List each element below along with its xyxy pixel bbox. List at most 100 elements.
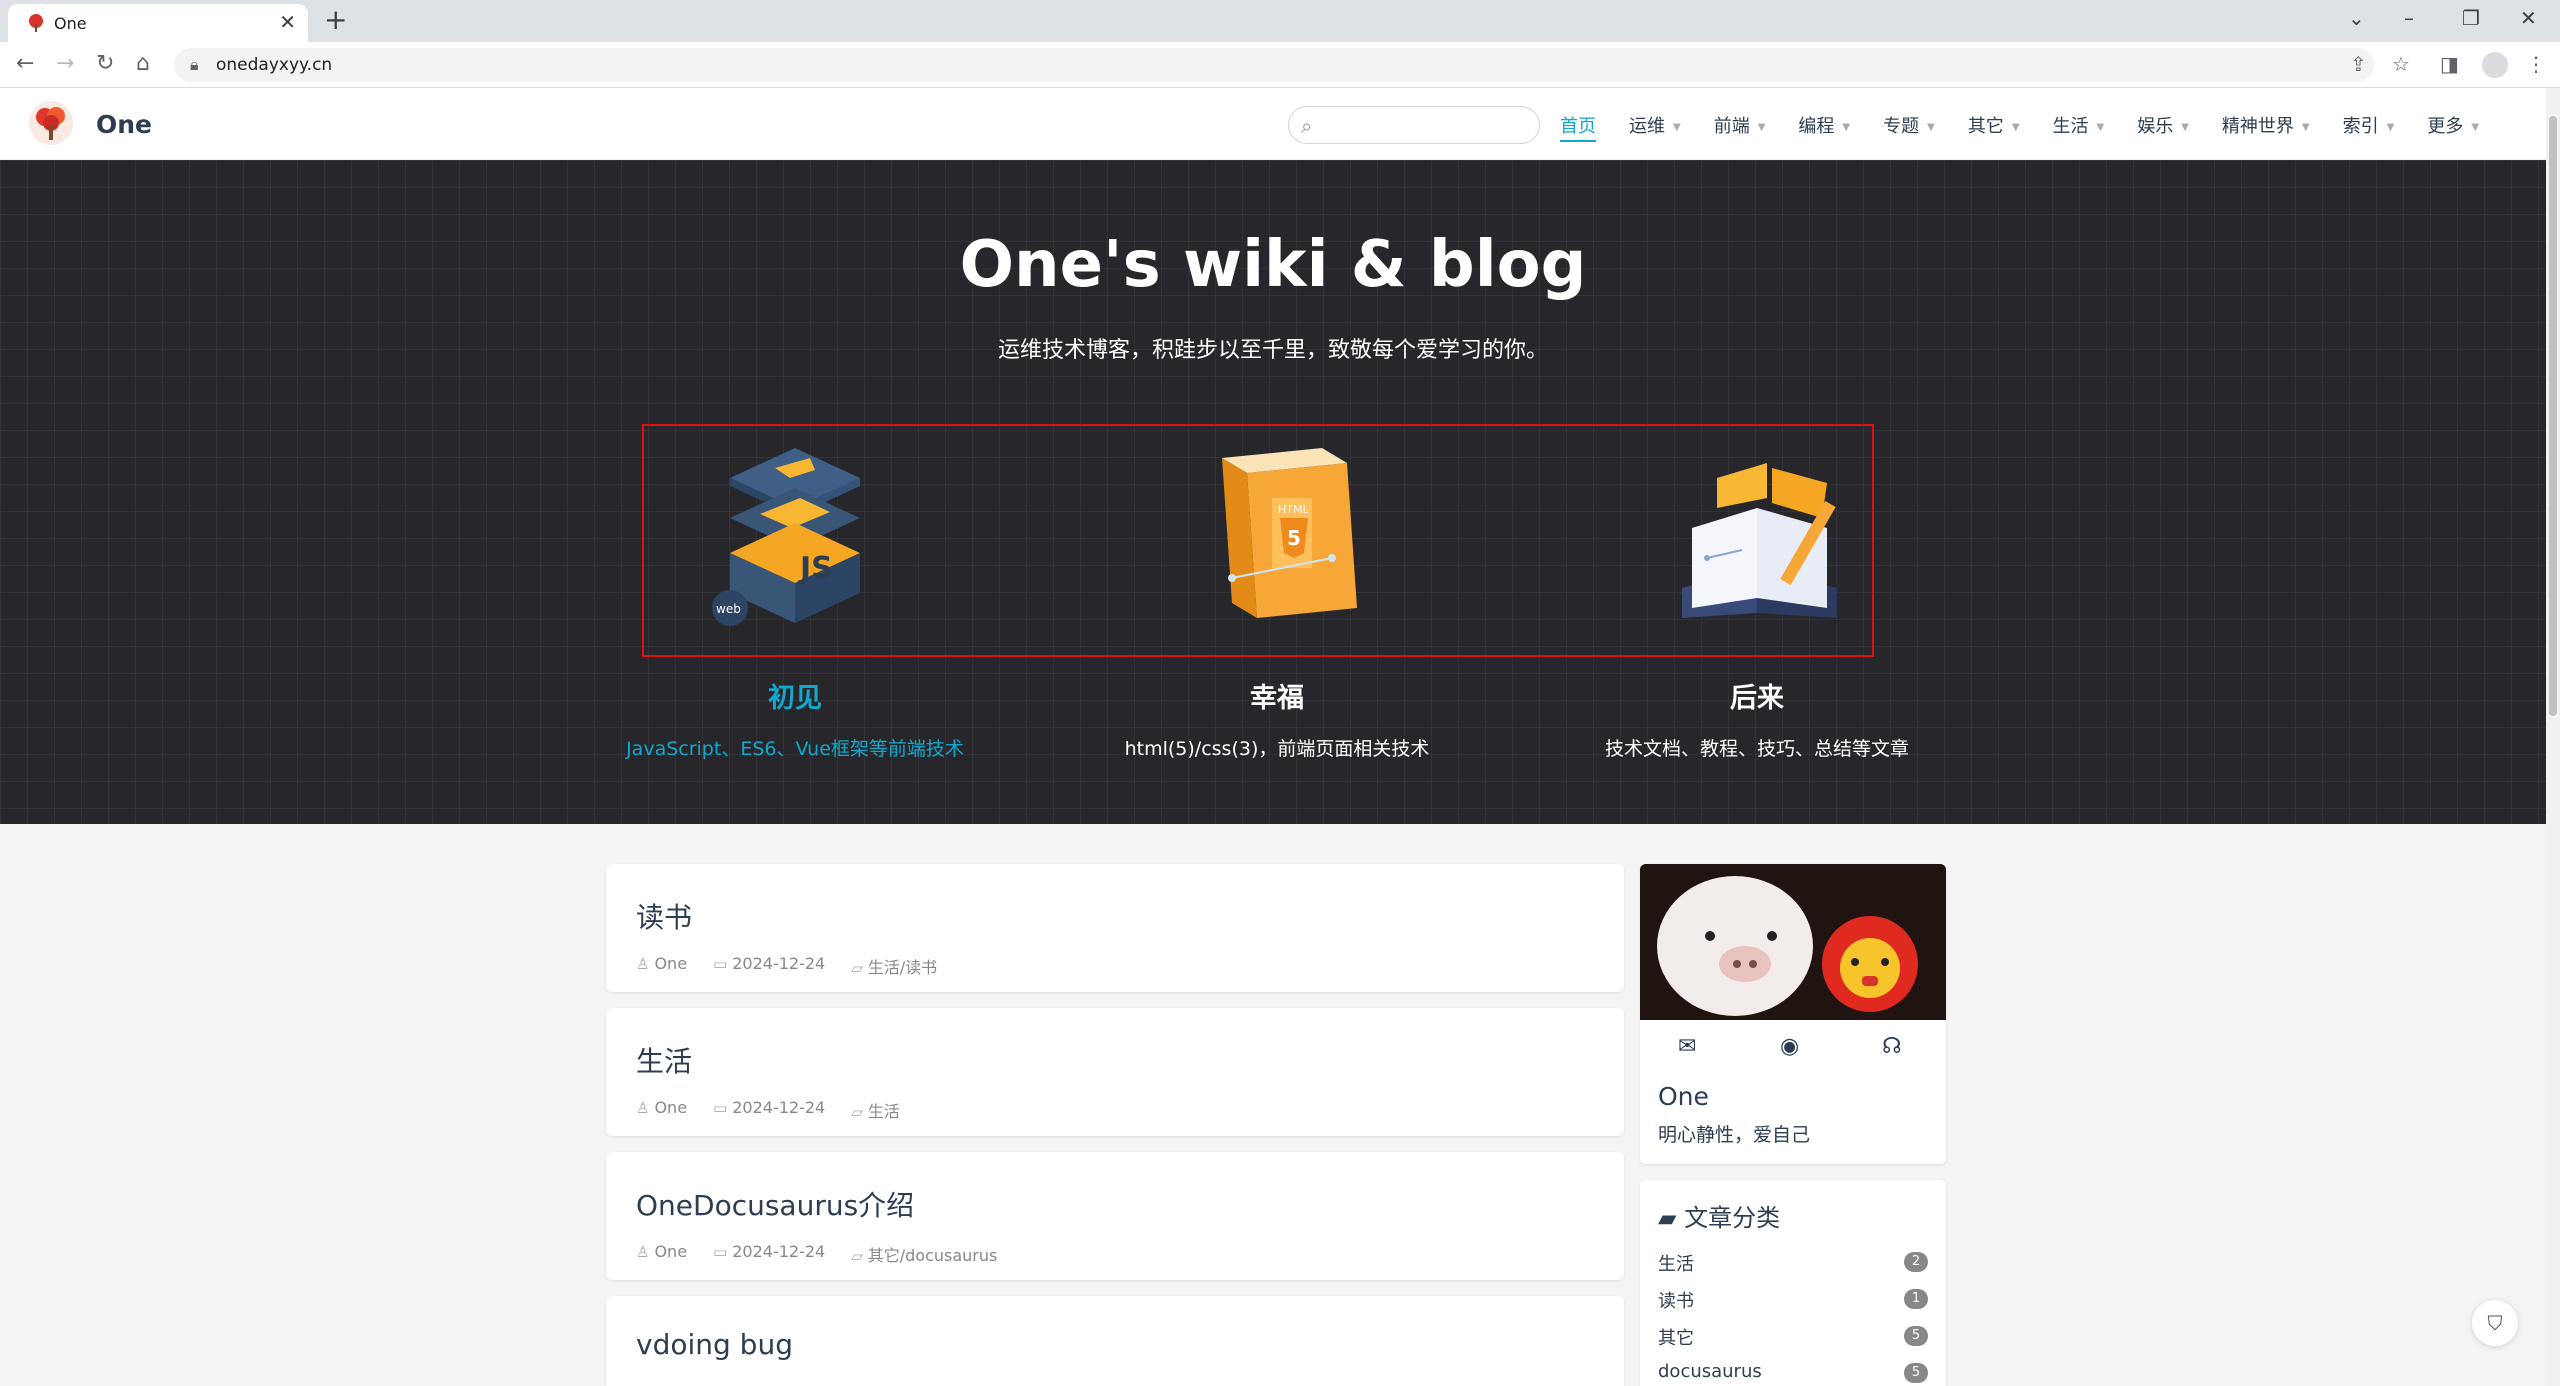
nav-item[interactable]: 其它 ▼ bbox=[1968, 112, 2020, 142]
nav-item[interactable]: 精神世界 ▼ bbox=[2222, 112, 2310, 142]
dropdown-caret-icon: ▼ bbox=[2096, 121, 2105, 133]
browser-menu-icon[interactable]: ⋮ bbox=[2526, 52, 2546, 76]
feature-name-3[interactable]: 后来 bbox=[1517, 676, 1997, 715]
blogger-card: ✉ ◉ ☊ One 明心静性，爱自己 bbox=[1640, 864, 1946, 1164]
feature-docs[interactable] bbox=[1517, 438, 1997, 628]
nav-item[interactable]: 更多 ▼ bbox=[2427, 112, 2479, 142]
feature-name-1[interactable]: 初见 bbox=[555, 676, 1035, 715]
nav-item-label: 首页 bbox=[1560, 116, 1596, 137]
post-author[interactable]: ♙ One bbox=[636, 1098, 687, 1122]
category-item[interactable]: 其它 5 bbox=[1658, 1322, 1928, 1352]
minimize-icon[interactable]: – bbox=[2404, 6, 2414, 30]
post-card[interactable]: 生活 ♙ One ▭ 2024-12-24 ▱ 生活 bbox=[606, 1008, 1624, 1136]
window-close-icon[interactable]: ✕ bbox=[2520, 6, 2537, 30]
site-navbar: One ⌕ 首页 运维 ▼ 前端 ▼ 编程 ▼ 专题 ▼ 其它 ▼ 生活 ▼ 娱乐 ▼ 精神世界 ▼ 索引 ▼ 更多 ▼ bbox=[0, 88, 2546, 160]
hero-banner: One's wiki & blog 运维技术博客，积跬步以至千里，致敬每个爱学习… bbox=[0, 160, 2546, 824]
browser-toolbar: ← → ↻ ⌂ 🔒︎ onedayxyy.cn ⇪ ☆ ◨ ⋮ bbox=[0, 42, 2560, 88]
author-name: One bbox=[654, 954, 688, 973]
feature-desc-3[interactable]: 技术文档、教程、技巧、总结等文章 bbox=[1517, 734, 1997, 761]
category-item[interactable]: 生活 2 bbox=[1658, 1248, 1928, 1278]
nav-item[interactable]: 专题 ▼ bbox=[1883, 112, 1935, 142]
dropdown-caret-icon: ▼ bbox=[2011, 121, 2020, 133]
browser-tab[interactable]: One ✕ bbox=[8, 4, 308, 42]
nav-item-label: 生活 bbox=[2052, 116, 2089, 137]
site-logo-icon[interactable] bbox=[28, 100, 74, 146]
forward-icon[interactable]: → bbox=[56, 52, 74, 76]
dropdown-caret-icon: ▼ bbox=[1842, 121, 1851, 133]
nav-item-label: 更多 bbox=[2427, 116, 2464, 137]
category-item[interactable]: 读书 1 bbox=[1658, 1285, 1928, 1315]
back-icon[interactable]: ← bbox=[16, 52, 34, 76]
restore-icon[interactable]: ❐ bbox=[2462, 6, 2480, 30]
share-icon[interactable]: ⇪ bbox=[2350, 52, 2367, 76]
feature-web-js[interactable]: JS web bbox=[555, 438, 1035, 628]
headphones-icon[interactable]: ☊ bbox=[1882, 1034, 1902, 1059]
mail-icon[interactable]: ✉ bbox=[1678, 1034, 1696, 1059]
feature-desc-1[interactable]: JavaScript、ES6、Vue框架等前端技术 bbox=[555, 734, 1035, 761]
open-book-icon bbox=[1682, 463, 1837, 618]
nav-item[interactable]: 编程 ▼ bbox=[1798, 112, 1850, 142]
post-meta: ♙ One ▭ 2024-12-24 ▱ 生活 bbox=[636, 1098, 926, 1122]
post-card[interactable]: vdoing bug bbox=[606, 1296, 1624, 1386]
feature-name-2[interactable]: 幸福 bbox=[1037, 676, 1517, 715]
address-bar[interactable]: 🔒︎ onedayxyy.cn bbox=[174, 48, 2374, 82]
blogger-avatar bbox=[1640, 864, 1946, 1020]
post-card[interactable]: 读书 ♙ One ▭ 2024-12-24 ▱ 生活/读书 bbox=[606, 864, 1624, 992]
bookmark-star-icon[interactable]: ☆ bbox=[2392, 52, 2410, 76]
post-meta: ♙ One ▭ 2024-12-24 ▱ 生活/读书 bbox=[636, 954, 963, 978]
post-title[interactable]: 读书 bbox=[636, 896, 692, 936]
date-text: 2024-12-24 bbox=[732, 1098, 826, 1117]
tab-search-chevron-icon[interactable]: ⌄ bbox=[2348, 6, 2365, 30]
profile-avatar-icon[interactable] bbox=[2482, 52, 2508, 78]
author-name: One bbox=[654, 1242, 688, 1261]
user-icon: ♙ bbox=[636, 1243, 650, 1261]
nav-item[interactable]: 生活 ▼ bbox=[2053, 112, 2105, 142]
post-category[interactable]: ▱ 其它/docusaurus bbox=[851, 1242, 997, 1266]
post-category[interactable]: ▱ 生活 bbox=[851, 1098, 900, 1122]
svg-text:web: web bbox=[716, 602, 741, 616]
url-text[interactable]: onedayxyy.cn bbox=[216, 55, 332, 75]
blogger-name: One bbox=[1658, 1082, 1709, 1111]
feature-desc-2[interactable]: html(5)/css(3)，前端页面相关技术 bbox=[1037, 734, 1517, 761]
home-icon[interactable]: ⌂ bbox=[136, 52, 150, 76]
user-icon: ♙ bbox=[636, 1099, 650, 1117]
site-name[interactable]: One bbox=[96, 110, 152, 139]
date-text: 2024-12-24 bbox=[732, 1242, 826, 1261]
tree-favicon-icon bbox=[29, 14, 43, 32]
nav-item-label: 娱乐 bbox=[2137, 116, 2174, 137]
github-icon[interactable]: ◉ bbox=[1780, 1034, 1799, 1059]
web-js-layers-icon: JS web bbox=[712, 448, 860, 626]
theme-toggle-button[interactable]: ⛉ bbox=[2472, 1300, 2518, 1346]
post-author[interactable]: ♙ One bbox=[636, 1242, 687, 1266]
post-category[interactable]: ▱ 生活/读书 bbox=[851, 954, 937, 978]
post-title[interactable]: vdoing bug bbox=[636, 1328, 793, 1361]
lock-icon[interactable]: 🔒︎ bbox=[190, 55, 199, 75]
category-name: 生活 bbox=[1658, 1254, 1694, 1275]
side-panel-icon[interactable]: ◨ bbox=[2440, 52, 2459, 76]
scrollbar-thumb[interactable] bbox=[2549, 116, 2557, 716]
browser-tab-strip: One ✕ + ⌄ – ❐ ✕ bbox=[0, 0, 2560, 42]
categories-title[interactable]: ▰ 文章分类 bbox=[1658, 1198, 1780, 1233]
new-tab-button[interactable]: + bbox=[324, 4, 347, 36]
tab-close-button[interactable]: ✕ bbox=[279, 10, 296, 34]
feature-html5[interactable]: HTML 5 bbox=[1037, 438, 1517, 628]
post-title[interactable]: OneDocusaurus介绍 bbox=[636, 1184, 914, 1224]
post-date: ▭ 2024-12-24 bbox=[713, 1242, 825, 1266]
nav-item[interactable]: 运维 ▼ bbox=[1629, 112, 1681, 142]
nav-item[interactable]: 首页 bbox=[1560, 112, 1596, 142]
dropdown-caret-icon: ▼ bbox=[2181, 121, 2189, 133]
tab-title: One bbox=[54, 14, 87, 33]
nav-item[interactable]: 索引 ▼ bbox=[2343, 112, 2395, 142]
post-title[interactable]: 生活 bbox=[636, 1040, 692, 1080]
nav-item[interactable]: 前端 ▼ bbox=[1714, 112, 1766, 142]
post-card[interactable]: OneDocusaurus介绍 ♙ One ▭ 2024-12-24 ▱ 其它/doc… bbox=[606, 1152, 1624, 1280]
search-input[interactable]: ⌕ bbox=[1288, 106, 1540, 144]
category-item[interactable]: docusaurus 5 bbox=[1658, 1359, 1928, 1386]
reload-icon[interactable]: ↻ bbox=[96, 52, 114, 76]
post-author[interactable]: ♙ One bbox=[636, 954, 687, 978]
nav-item-label: 前端 bbox=[1713, 116, 1750, 137]
nav-item[interactable]: 娱乐 ▼ bbox=[2137, 112, 2189, 142]
dropdown-caret-icon: ▼ bbox=[1927, 121, 1935, 133]
page-scrollbar[interactable] bbox=[2546, 88, 2560, 1386]
folder-icon: ▱ bbox=[851, 959, 863, 977]
